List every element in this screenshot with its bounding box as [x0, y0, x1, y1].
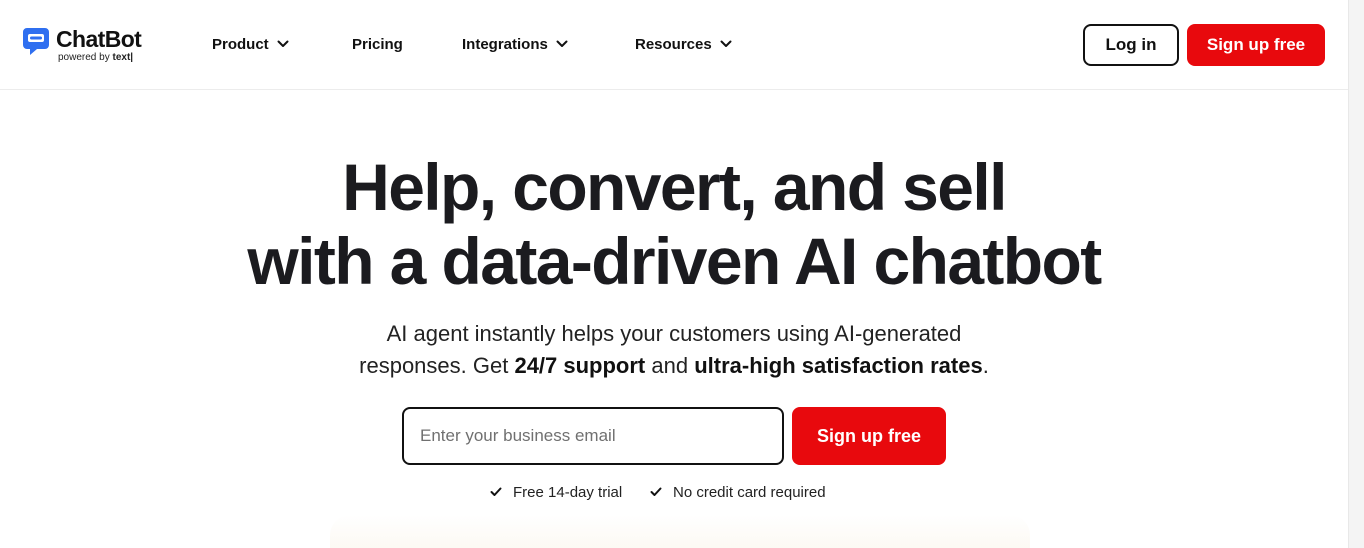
subtitle-text: responses. Get	[359, 353, 515, 378]
powered-by-brand: text|	[112, 52, 134, 63]
nav-resources-label: Resources	[635, 35, 712, 53]
perk-free-trial-label: Free 14-day trial	[513, 483, 623, 501]
chevron-down-icon	[277, 40, 289, 47]
hero-subtitle-line-1: AI agent instantly helps your customers …	[386, 321, 962, 346]
chevron-down-icon	[556, 40, 568, 47]
subtitle-highlight-satisfaction: ultra-high satisfaction rates	[694, 353, 983, 378]
nav-pricing-label: Pricing	[352, 35, 403, 53]
product-preview-image	[330, 515, 1030, 548]
site-header: ChatBot powered by text| Product Pricing…	[0, 0, 1348, 90]
business-email-input[interactable]	[402, 407, 784, 465]
perk-no-credit-card-label: No credit card required	[673, 483, 826, 501]
subtitle-text: .	[982, 353, 989, 378]
powered-by-prefix: powered by	[58, 52, 110, 63]
checkmark-icon	[650, 487, 662, 496]
chevron-down-icon	[720, 40, 732, 47]
signup-button-header[interactable]: Sign up free	[1187, 24, 1325, 66]
nav-pricing[interactable]: Pricing	[352, 34, 403, 54]
hero-subtitle-line-2: responses. Get 24/7 support and ultra-hi…	[359, 353, 989, 378]
subtitle-text: and	[645, 353, 695, 378]
chat-bubble-icon	[23, 28, 49, 55]
page-scrollbar[interactable]	[1348, 0, 1364, 548]
hero-subtitle: AI agent instantly helps your customers …	[0, 318, 1348, 382]
hero-title: Help, convert, and sell with a data-driv…	[0, 150, 1348, 298]
login-button[interactable]: Log in	[1083, 24, 1179, 66]
hero-title-line-2: with a data-driven AI chatbot	[247, 224, 1102, 298]
logo-text: ChatBot	[56, 26, 142, 52]
perk-free-trial: Free 14-day trial	[490, 482, 622, 502]
nav-product[interactable]: Product	[212, 34, 289, 54]
nav-product-label: Product	[212, 35, 269, 53]
chatbot-logo[interactable]: ChatBot powered by text|	[22, 25, 152, 67]
nav-resources[interactable]: Resources	[635, 34, 732, 54]
nav-integrations-label: Integrations	[462, 35, 548, 53]
hero-title-line-1: Help, convert, and sell	[342, 150, 1007, 224]
checkmark-icon	[490, 487, 502, 496]
perk-no-credit-card: No credit card required	[650, 482, 826, 502]
powered-by-text: powered by text|	[58, 52, 133, 64]
nav-integrations[interactable]: Integrations	[462, 34, 568, 54]
signup-button-hero[interactable]: Sign up free	[792, 407, 946, 465]
subtitle-highlight-support: 24/7 support	[514, 353, 646, 378]
